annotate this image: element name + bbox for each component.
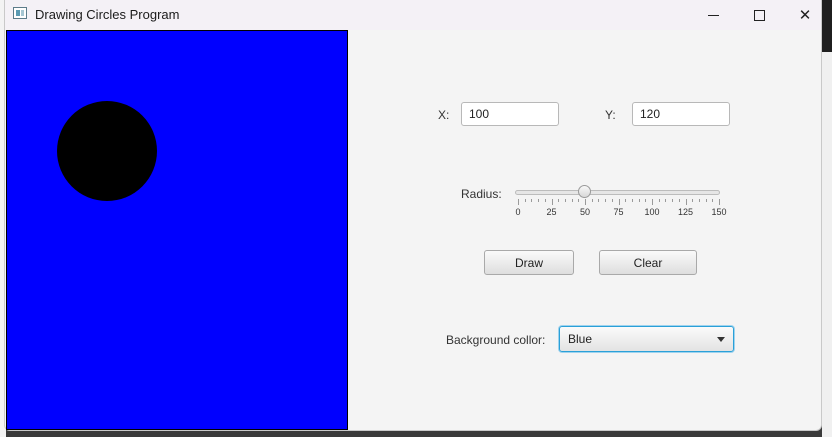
slider-tick: [658, 199, 660, 202]
y-input[interactable]: [632, 102, 730, 126]
slider-tick: [591, 199, 593, 202]
slider-tick-label: 150: [711, 207, 727, 217]
slider-tick: [551, 199, 553, 205]
draw-button[interactable]: Draw: [484, 250, 574, 275]
title-bar[interactable]: Drawing Circles Program ✕: [5, 0, 821, 30]
slider-tick: [705, 199, 707, 202]
slider-tick: [672, 199, 674, 202]
slider-tick: [524, 199, 526, 202]
slider-tick-label: 50: [579, 207, 591, 217]
slider-tick: [611, 199, 613, 202]
x-label: X:: [438, 108, 450, 122]
slider-tick: [571, 199, 573, 202]
clear-button[interactable]: Clear: [599, 250, 697, 275]
slider-tick: [618, 199, 620, 205]
background-color-label: Background collor:: [446, 333, 546, 347]
drawn-circle: [57, 101, 157, 201]
slider-tick: [578, 199, 580, 202]
slider-tick: [544, 199, 546, 202]
slider-tick: [605, 199, 607, 202]
slider-tick: [692, 199, 694, 202]
slider-tick: [712, 199, 714, 202]
slider-tick-label: 0: [515, 207, 521, 217]
slider-tick: [518, 199, 519, 205]
slider-tick: [625, 199, 627, 202]
y-label: Y:: [605, 108, 616, 122]
radius-slider[interactable]: 0 25 50 75 100 125 150: [512, 185, 727, 225]
slider-tick: [698, 199, 700, 202]
close-button[interactable]: ✕: [782, 0, 828, 30]
slider-tick: [665, 199, 667, 202]
background-window-right: [822, 0, 832, 437]
slider-tick-label: 25: [546, 207, 557, 217]
app-window-icon: [13, 7, 27, 19]
slider-tick-label: 100: [644, 207, 660, 217]
close-icon: ✕: [798, 5, 812, 24]
slider-tick: [631, 199, 633, 202]
control-panel: X: Y: Radius: 0 25 50 75 100 125 150 Draw Clea…: [348, 30, 822, 430]
slider-tick: [564, 199, 566, 202]
slider-tick: [652, 199, 653, 205]
drawing-canvas: [6, 30, 348, 430]
minimize-button[interactable]: [690, 0, 736, 30]
slider-tick: [638, 199, 640, 202]
slider-tick: [538, 199, 540, 202]
slider-tick: [598, 199, 600, 202]
slider-tick-label: 125: [677, 207, 694, 217]
slider-tick: [678, 199, 680, 202]
slider-tick: [531, 199, 533, 202]
app-window: Drawing Circles Program ✕ X: Y: Radius: …: [4, 0, 822, 431]
slider-tick: [558, 199, 560, 202]
maximize-button[interactable]: [736, 0, 782, 30]
slider-tick: [585, 199, 586, 205]
window-title: Drawing Circles Program: [35, 7, 180, 22]
slider-track[interactable]: [515, 190, 720, 195]
x-input[interactable]: [461, 102, 559, 126]
minimize-icon: [707, 14, 719, 16]
chevron-down-icon: [717, 337, 725, 342]
slider-thumb[interactable]: [578, 185, 591, 198]
radius-label: Radius:: [461, 187, 502, 201]
slider-tick: [719, 199, 720, 205]
background-color-select[interactable]: Blue: [559, 326, 734, 352]
slider-tick: [645, 199, 647, 202]
background-color-value: Blue: [568, 332, 593, 346]
maximize-icon: [753, 9, 765, 21]
slider-tick-label: 75: [613, 207, 624, 217]
slider-tick: [685, 199, 687, 205]
